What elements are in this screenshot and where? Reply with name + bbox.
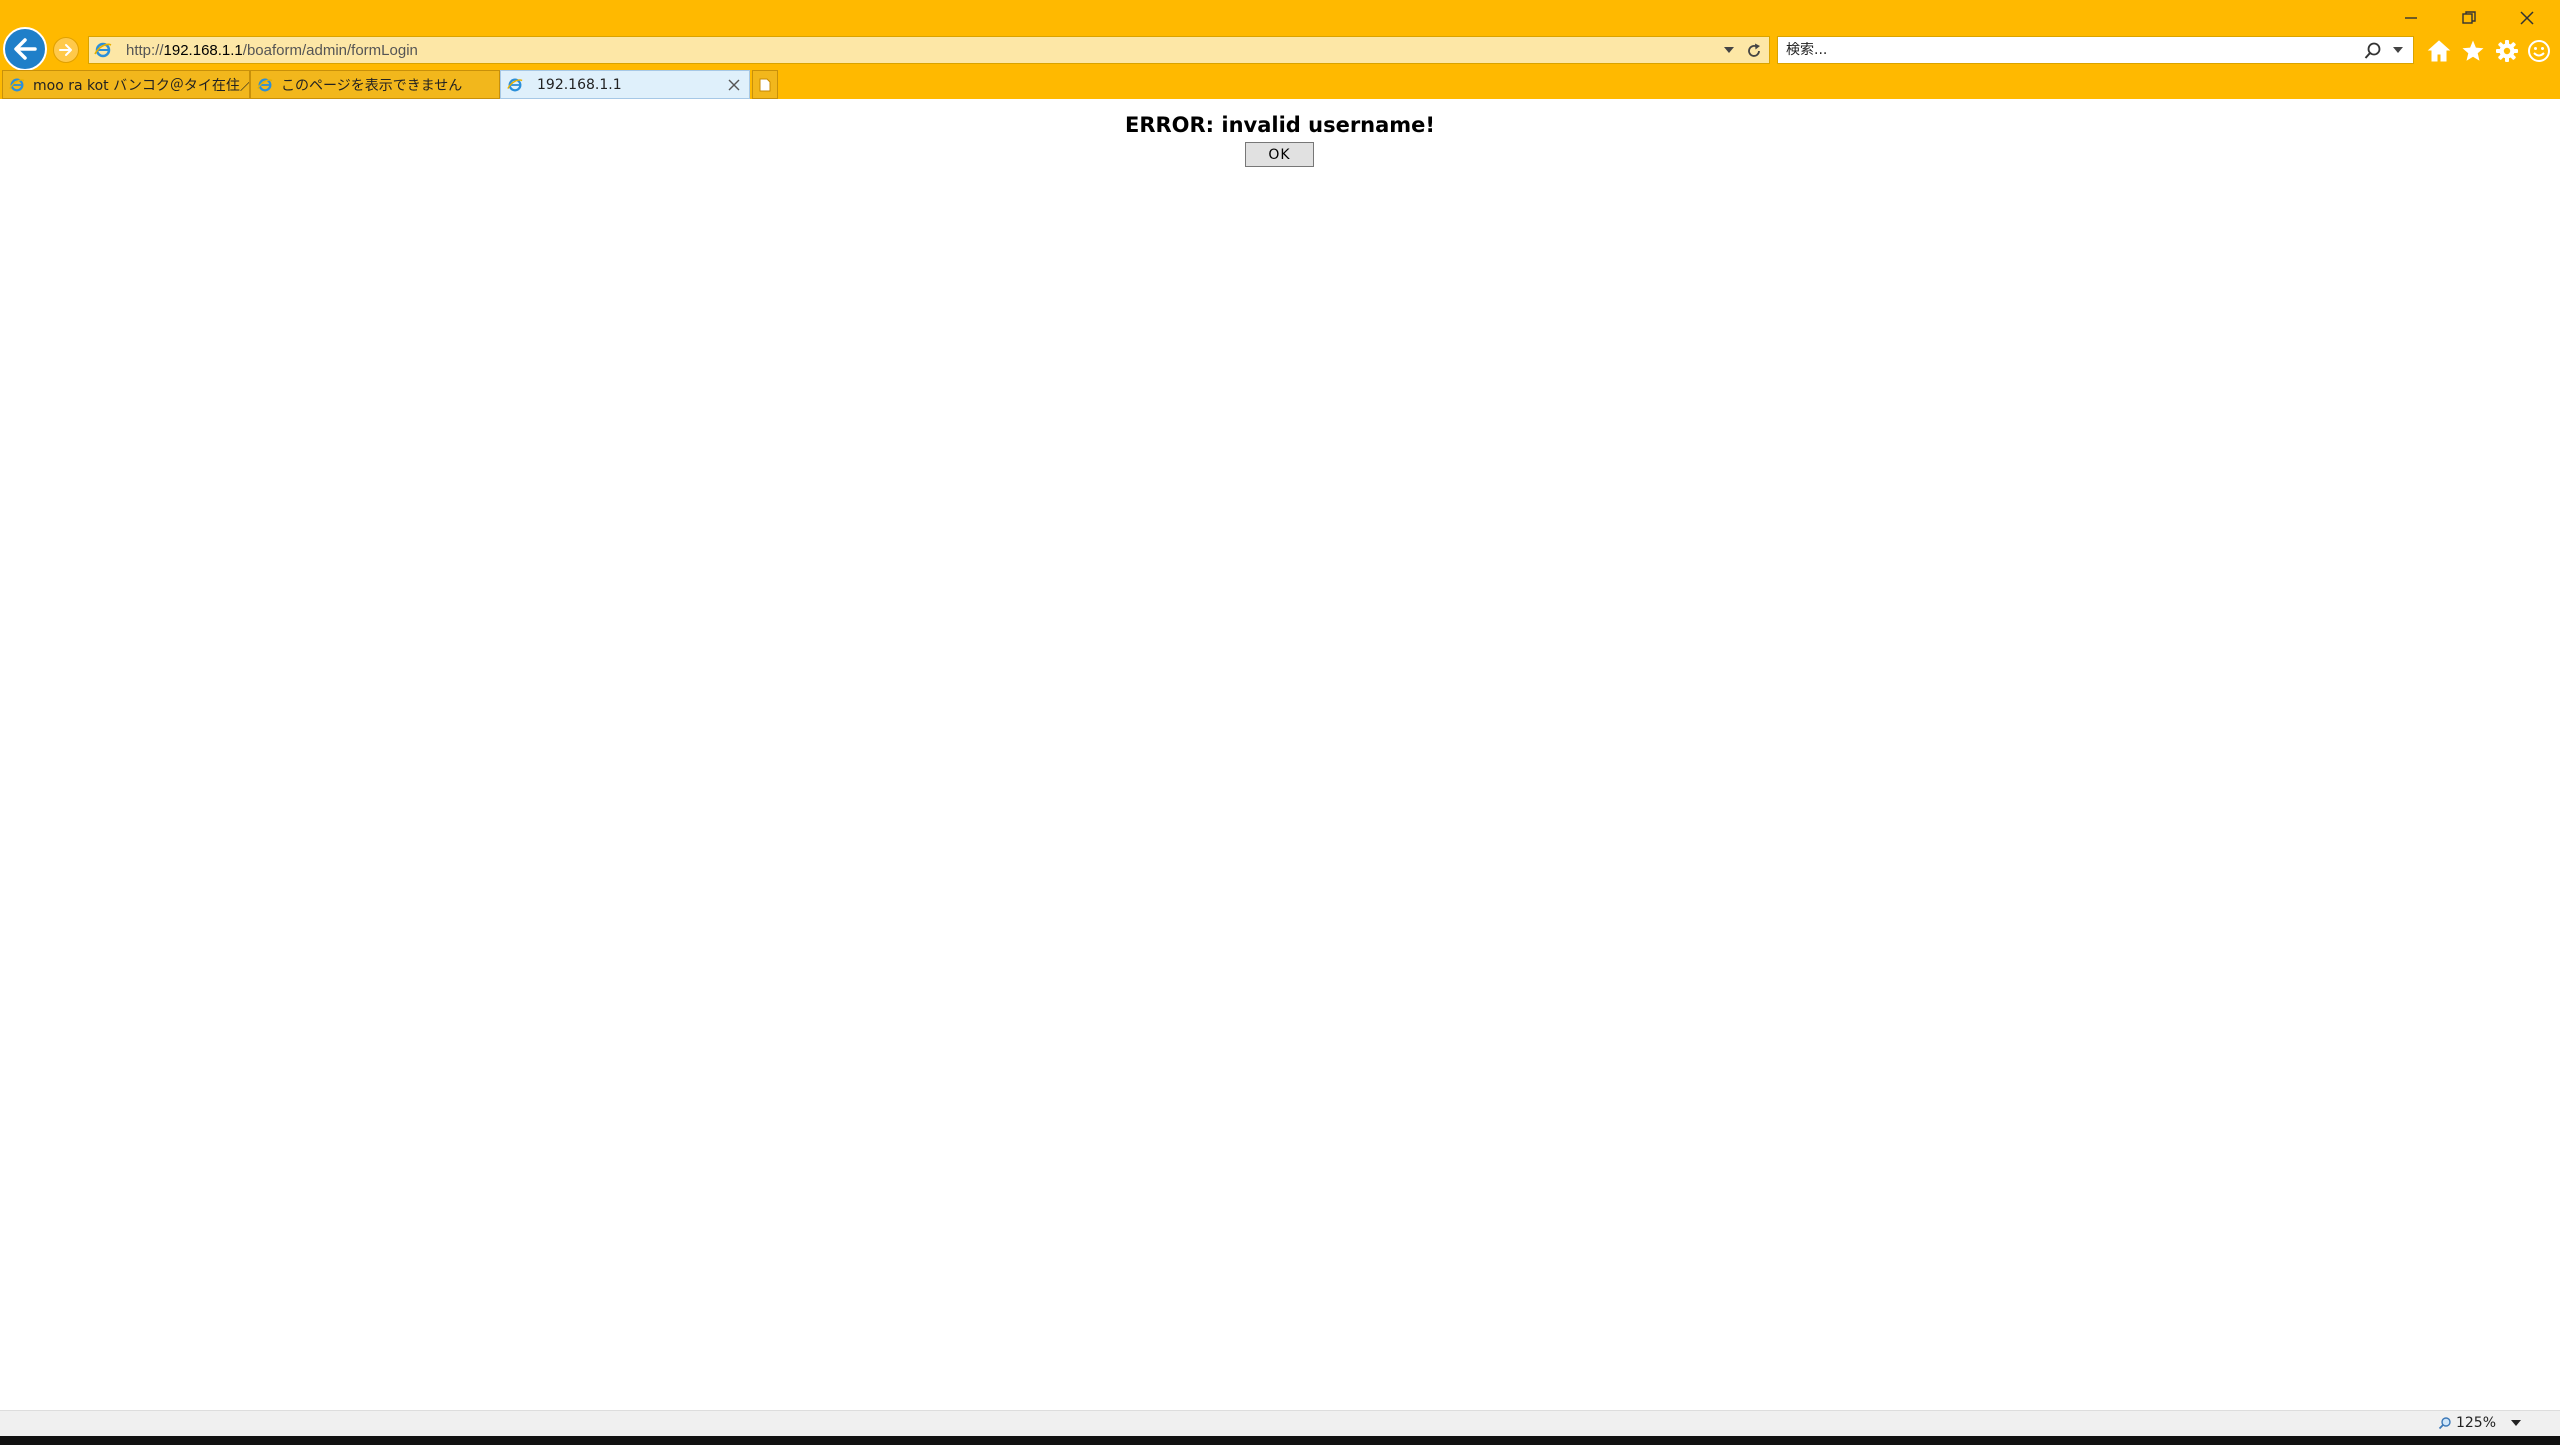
address-url[interactable]: http://192.168.1.1/boaform/admin/formLog… bbox=[126, 42, 418, 59]
url-host: 192.168.1.1 bbox=[163, 41, 243, 59]
tab-label: moo ra kot バンコク＠タイ在住／... bbox=[33, 77, 250, 94]
zoom-magnifier-icon bbox=[2438, 1417, 2451, 1430]
forward-button[interactable] bbox=[53, 37, 79, 63]
home-icon bbox=[2427, 40, 2451, 62]
page-content: ERROR: invalid username! OK bbox=[0, 99, 2560, 1410]
ie-page-icon bbox=[257, 78, 273, 91]
home-button[interactable] bbox=[2425, 37, 2453, 65]
search-provider-dropdown-icon[interactable] bbox=[2391, 43, 2405, 57]
forward-arrow-icon bbox=[59, 44, 72, 56]
refresh-icon bbox=[1748, 43, 1760, 57]
favorites-button[interactable] bbox=[2459, 37, 2487, 65]
tab-label: このページを表示できません bbox=[281, 77, 463, 94]
chevron-down-icon[interactable] bbox=[2510, 1417, 2522, 1429]
tab-moo-ra-kot[interactable]: moo ra kot バンコク＠タイ在住／... bbox=[2, 70, 250, 99]
minimize-icon bbox=[2405, 17, 2417, 19]
settings-gear-icon bbox=[2496, 40, 2518, 62]
status-bar: 125% bbox=[0, 1410, 2560, 1436]
taskbar-edge bbox=[0, 1436, 2560, 1445]
settings-button[interactable] bbox=[2493, 37, 2521, 65]
ok-button[interactable]: OK bbox=[1245, 142, 1314, 167]
search-input[interactable] bbox=[1786, 42, 2346, 58]
search-icon[interactable] bbox=[2363, 41, 2383, 61]
new-tab-button[interactable] bbox=[752, 70, 778, 99]
back-arrow-icon bbox=[14, 38, 37, 60]
zoom-level: 125% bbox=[2455, 1415, 2496, 1431]
tab-router-active[interactable]: 192.168.1.1 bbox=[500, 70, 750, 99]
window-close-button[interactable] bbox=[2502, 4, 2552, 32]
minimize-button[interactable] bbox=[2386, 4, 2436, 32]
search-box[interactable] bbox=[1777, 36, 2414, 64]
restore-button[interactable] bbox=[2444, 4, 2494, 32]
tab-close-button[interactable] bbox=[725, 76, 743, 94]
feedback-button[interactable] bbox=[2525, 37, 2553, 65]
chevron-down-icon bbox=[1724, 47, 1734, 53]
close-icon bbox=[2520, 11, 2534, 25]
tab-page-cannot-display[interactable]: このページを表示できません bbox=[250, 70, 500, 99]
smiley-feedback-icon bbox=[2528, 40, 2550, 62]
new-tab-icon bbox=[759, 78, 771, 91]
ie-page-icon bbox=[9, 78, 25, 91]
close-icon bbox=[728, 79, 740, 91]
url-scheme: http:// bbox=[126, 41, 164, 59]
zoom-control[interactable]: 125% bbox=[2438, 1415, 2522, 1431]
address-bar[interactable]: http://192.168.1.1/boaform/admin/formLog… bbox=[88, 36, 1770, 64]
address-dropdown-button[interactable] bbox=[1721, 42, 1737, 58]
ie-page-icon bbox=[507, 78, 523, 91]
ie-page-icon bbox=[94, 42, 112, 58]
back-button[interactable] bbox=[3, 27, 47, 71]
refresh-button[interactable] bbox=[1743, 40, 1765, 62]
favorites-star-icon bbox=[2462, 40, 2484, 61]
error-message: ERROR: invalid username! bbox=[1124, 113, 1436, 137]
browser-chrome: http://192.168.1.1/boaform/admin/formLog… bbox=[0, 0, 2560, 99]
restore-icon bbox=[2462, 11, 2476, 24]
tab-label: 192.168.1.1 bbox=[537, 76, 622, 93]
url-path: /boaform/admin/formLogin bbox=[242, 41, 418, 59]
